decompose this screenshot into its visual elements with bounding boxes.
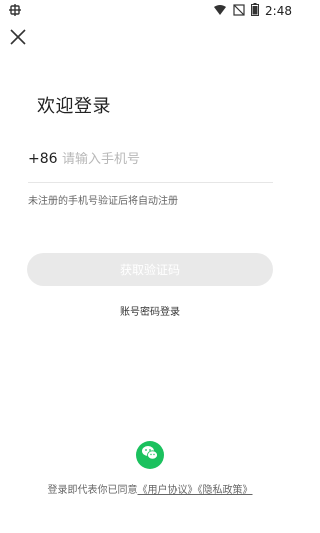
status-right: 2:48 — [213, 3, 292, 19]
bug-icon — [8, 3, 22, 20]
agreement-text: 登录即代表你已同意《用户协议》《隐私政策》 — [0, 481, 300, 496]
login-screen: 2:48 欢迎登录 +86 未注册的手机号验证后将自动注册 获取验证码 账号密码… — [0, 0, 300, 533]
phone-row: +86 — [28, 144, 273, 174]
phone-input[interactable] — [62, 151, 242, 167]
get-code-button[interactable]: 获取验证码 — [27, 253, 273, 286]
wechat-icon — [141, 445, 159, 465]
registration-hint: 未注册的手机号验证后将自动注册 — [28, 196, 178, 207]
signal-off-icon — [233, 3, 245, 19]
close-button[interactable] — [9, 29, 27, 49]
privacy-policy-link[interactable]: 《隐私政策》 — [198, 485, 253, 496]
agreement-prefix: 登录即代表你已同意 — [47, 485, 138, 496]
wifi-icon — [213, 4, 227, 19]
battery-icon — [251, 3, 260, 19]
country-code[interactable]: +86 — [28, 151, 62, 167]
wechat-login-button[interactable] — [136, 441, 164, 469]
close-icon — [10, 29, 26, 49]
user-agreement-link[interactable]: 《用户协议》 — [138, 485, 198, 496]
status-time: 2:48 — [265, 4, 292, 18]
input-divider — [28, 182, 273, 183]
page-title: 欢迎登录 — [37, 96, 111, 117]
status-bar: 2:48 — [0, 0, 300, 22]
status-left — [8, 3, 22, 20]
password-login-link[interactable]: 账号密码登录 — [0, 303, 300, 318]
